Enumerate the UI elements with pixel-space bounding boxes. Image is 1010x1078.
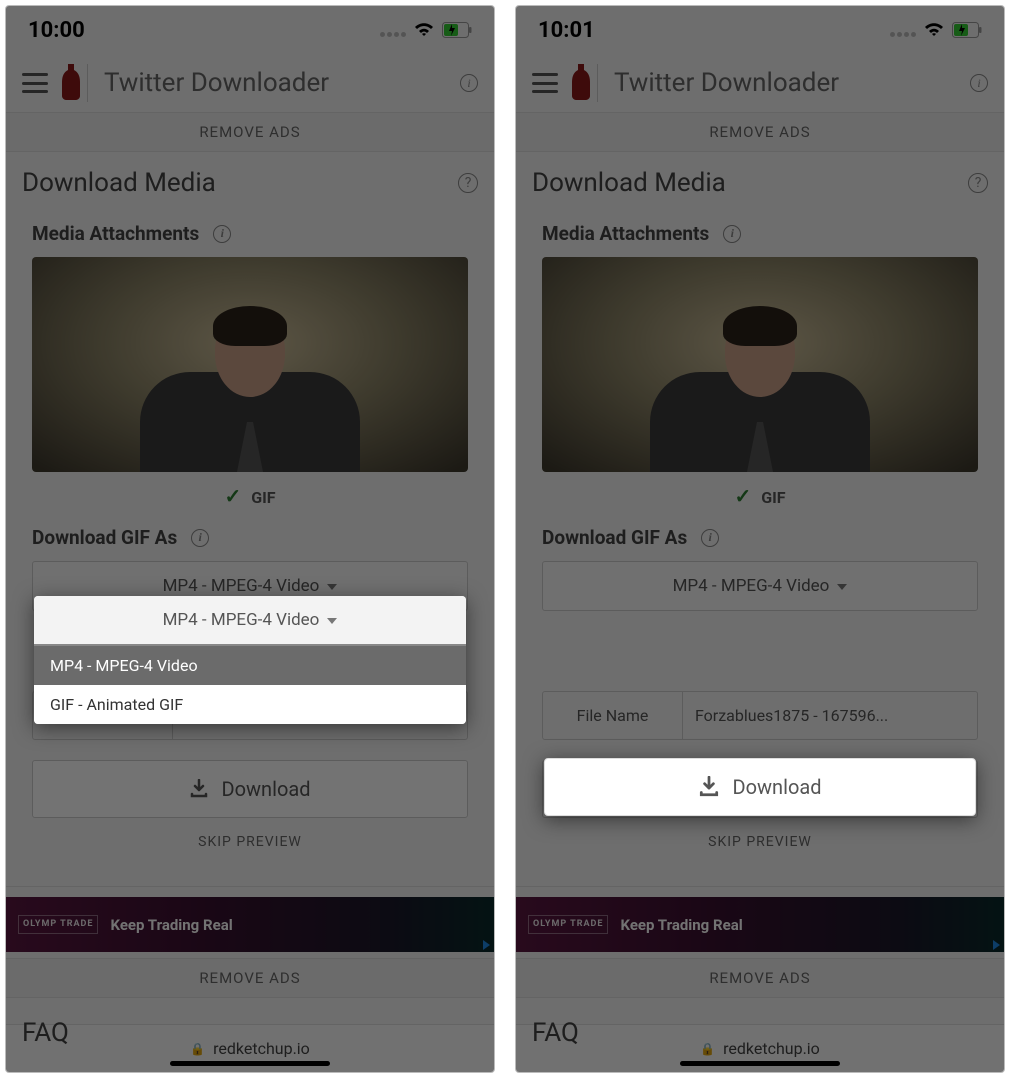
info-icon[interactable]: i [701,529,719,547]
info-icon[interactable]: i [213,225,231,243]
help-icon[interactable]: ? [458,173,478,193]
remove-ads-bottom[interactable]: REMOVE ADS [6,958,494,998]
faq-heading: FAQ [516,998,1004,1048]
media-attachments-label: Media Attachments [32,222,199,245]
remove-ads-top[interactable]: REMOVE ADS [516,113,1004,152]
format-select[interactable]: MP4 - MPEG-4 Video [34,596,466,646]
app-title: Twitter Downloader [104,68,442,98]
faq-heading: FAQ [6,998,494,1048]
app-logo-icon[interactable] [60,64,88,102]
format-option-mp4[interactable]: MP4 - MPEG-4 Video [34,646,466,685]
screenshot-right: 10:01 Twitter Downloader i [515,5,1005,1073]
gif-badge: GIF [251,488,275,507]
ad-banner[interactable]: OLYMP TRADE Keep Trading Real [6,897,494,952]
chevron-down-icon [837,584,847,590]
check-icon: ✓ [224,484,241,508]
format-select[interactable]: MP4 - MPEG-4 Video [542,561,978,611]
filename-input[interactable]: Forzablues1875 - 167596... [683,692,977,739]
adchoices-icon[interactable] [993,940,1000,950]
remove-ads-bottom[interactable]: REMOVE ADS [516,958,1004,998]
help-icon[interactable]: ? [968,173,988,193]
media-attachments-label: Media Attachments [542,222,709,245]
media-thumbnail[interactable] [542,257,978,472]
battery-icon [952,22,982,38]
skip-preview-link[interactable]: SKIP PREVIEW [542,818,978,860]
filename-label: File Name [543,692,683,739]
chevron-down-icon [327,584,337,590]
app-header: Twitter Downloader i [6,54,494,113]
download-as-label: Download GIF As [542,526,687,549]
info-icon[interactable]: i [970,74,988,92]
cellular-icon [378,18,406,43]
menu-icon[interactable] [532,73,558,93]
media-thumbnail[interactable] [32,257,468,472]
menu-icon[interactable] [22,73,48,93]
status-bar: 10:01 [516,6,1004,54]
ad-banner[interactable]: OLYMP TRADE Keep Trading Real [516,897,1004,952]
gif-badge: GIF [761,488,785,507]
format-select-open: MP4 - MPEG-4 Video MP4 - MPEG-4 Video GI… [34,596,466,724]
remove-ads-top[interactable]: REMOVE ADS [6,113,494,152]
chevron-down-icon [327,618,337,624]
app-logo-icon[interactable] [570,64,598,102]
download-icon [189,779,209,799]
app-title: Twitter Downloader [614,68,952,98]
home-indicator [680,1061,840,1066]
wifi-icon [414,22,434,38]
home-indicator [170,1061,330,1066]
status-bar: 10:00 [6,6,494,54]
filename-row: File Name Forzablues1875 - 167596... [542,691,978,740]
battery-icon [442,22,472,38]
format-option-gif[interactable]: GIF - Animated GIF [34,685,466,724]
section-title: Download Media [532,168,726,198]
download-icon [698,776,720,798]
info-icon[interactable]: i [723,225,741,243]
section-title: Download Media [22,168,216,198]
cellular-icon [888,18,916,43]
skip-preview-link[interactable]: SKIP PREVIEW [32,818,468,860]
wifi-icon [924,22,944,38]
status-time: 10:00 [28,18,85,43]
download-as-label: Download GIF As [32,526,177,549]
info-icon[interactable]: i [191,529,209,547]
adchoices-icon[interactable] [483,940,490,950]
download-button-highlight[interactable]: Download [544,758,976,816]
info-icon[interactable]: i [460,74,478,92]
status-time: 10:01 [538,18,595,43]
check-icon: ✓ [734,484,751,508]
screenshot-left: 10:00 Twitter Downloader i [5,5,495,1073]
app-header: Twitter Downloader i [516,54,1004,113]
download-button[interactable]: Download [32,760,468,818]
